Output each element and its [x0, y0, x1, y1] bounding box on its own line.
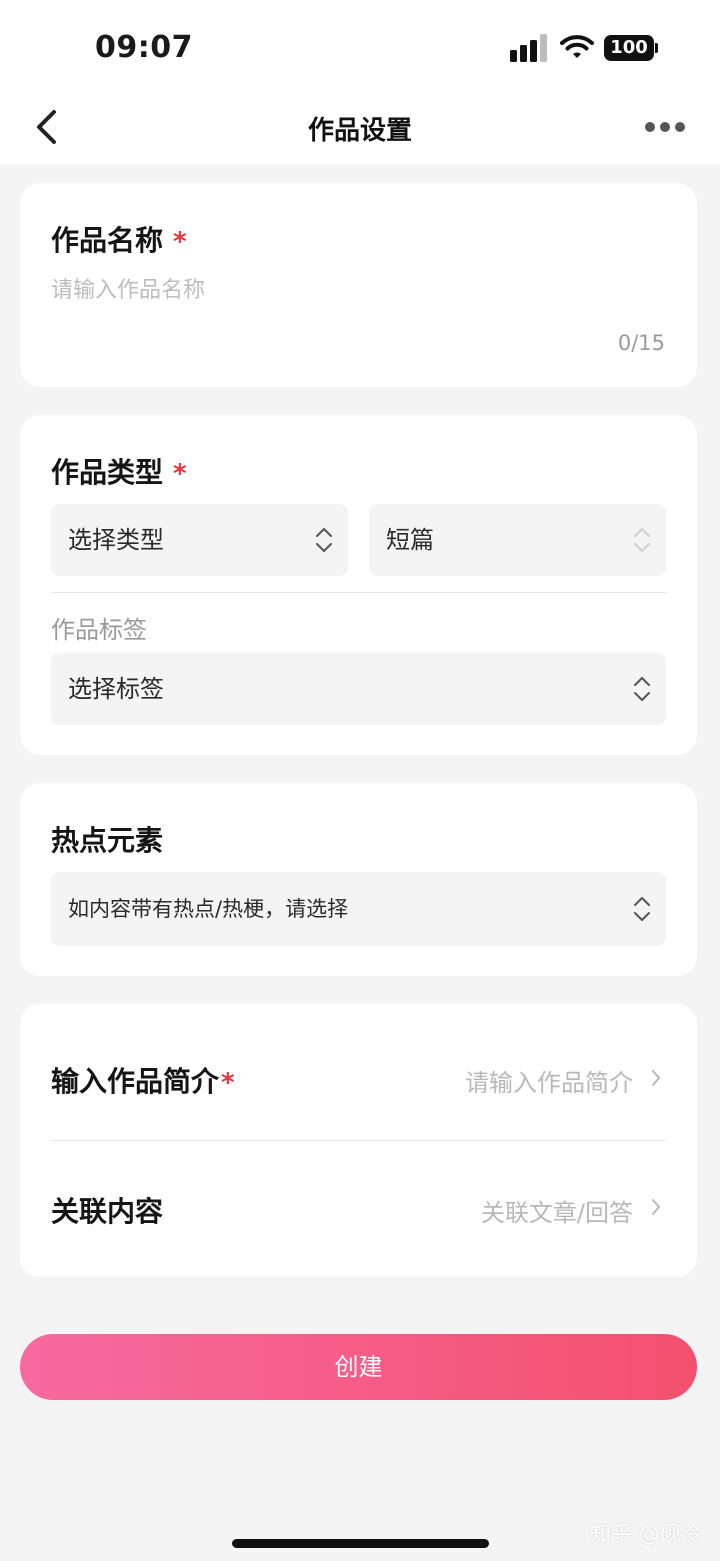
- intro-related-card: 输入作品简介* 请输入作品简介 关联内容 关联文章/回答: [20, 1004, 697, 1277]
- up-down-arrow-icon: [316, 528, 332, 552]
- work-type-card: 作品类型 * 选择类型 短篇 作品标签 选择标签: [20, 415, 697, 755]
- work-type-label: 作品类型 *: [51, 451, 187, 491]
- required-mark: *: [221, 1068, 235, 1098]
- hot-element-select[interactable]: 如内容带有热点/热梗，请选择: [51, 872, 666, 946]
- hot-element-label: 热点元素: [51, 824, 164, 857]
- battery-indicator: 100: [604, 35, 654, 61]
- status-time: 09:07: [95, 30, 193, 65]
- type-select[interactable]: 选择类型: [51, 504, 348, 576]
- related-placeholder: 关联文章/回答: [480, 1199, 633, 1227]
- required-mark: *: [173, 227, 187, 257]
- intro-label-text: 输入作品简介: [51, 1065, 220, 1098]
- divider: [51, 1140, 666, 1141]
- tag-select-value: 选择标签: [68, 675, 164, 703]
- work-tag-label: 作品标签: [51, 616, 147, 644]
- work-type-label-text: 作品类型: [51, 456, 164, 489]
- chevron-right-icon: [652, 1199, 660, 1215]
- character-counter: 0/15: [617, 331, 665, 355]
- intro-placeholder: 请输入作品简介: [465, 1069, 633, 1097]
- divider: [51, 592, 666, 593]
- related-label: 关联内容: [51, 1195, 164, 1228]
- up-down-arrow-icon: [634, 897, 650, 921]
- up-down-arrow-icon: [634, 528, 650, 552]
- wifi-icon: [560, 35, 594, 58]
- more-dots-icon[interactable]: [645, 122, 685, 134]
- navigation-bar: 作品设置: [0, 92, 720, 164]
- battery-cap: [655, 43, 658, 53]
- hot-element-select-value: 如内容带有热点/热梗，请选择: [68, 897, 349, 921]
- required-mark: *: [173, 459, 187, 489]
- intro-label: 输入作品简介*: [51, 1060, 235, 1100]
- hot-element-card: 热点元素 如内容带有热点/热梗，请选择: [20, 783, 697, 976]
- work-name-input[interactable]: 请输入作品名称: [51, 272, 205, 304]
- watermark: 知乎 @砚泠: [590, 1522, 702, 1546]
- length-select-value: 短篇: [386, 526, 434, 554]
- work-name-card: 作品名称 * 请输入作品名称 0/15: [20, 183, 697, 387]
- status-bar: 09:07 100: [0, 0, 720, 92]
- work-name-label-text: 作品名称: [51, 224, 164, 257]
- work-name-label: 作品名称 *: [51, 219, 187, 259]
- up-down-arrow-icon: [634, 677, 650, 701]
- home-indicator: [232, 1539, 489, 1548]
- cellular-signal-icon: [510, 34, 548, 62]
- chevron-right-icon: [652, 1070, 660, 1086]
- type-select-value: 选择类型: [68, 526, 164, 554]
- create-button[interactable]: 创建: [20, 1334, 697, 1400]
- page-title: 作品设置: [307, 116, 412, 146]
- length-select[interactable]: 短篇: [369, 504, 666, 576]
- tag-select[interactable]: 选择标签: [51, 653, 666, 725]
